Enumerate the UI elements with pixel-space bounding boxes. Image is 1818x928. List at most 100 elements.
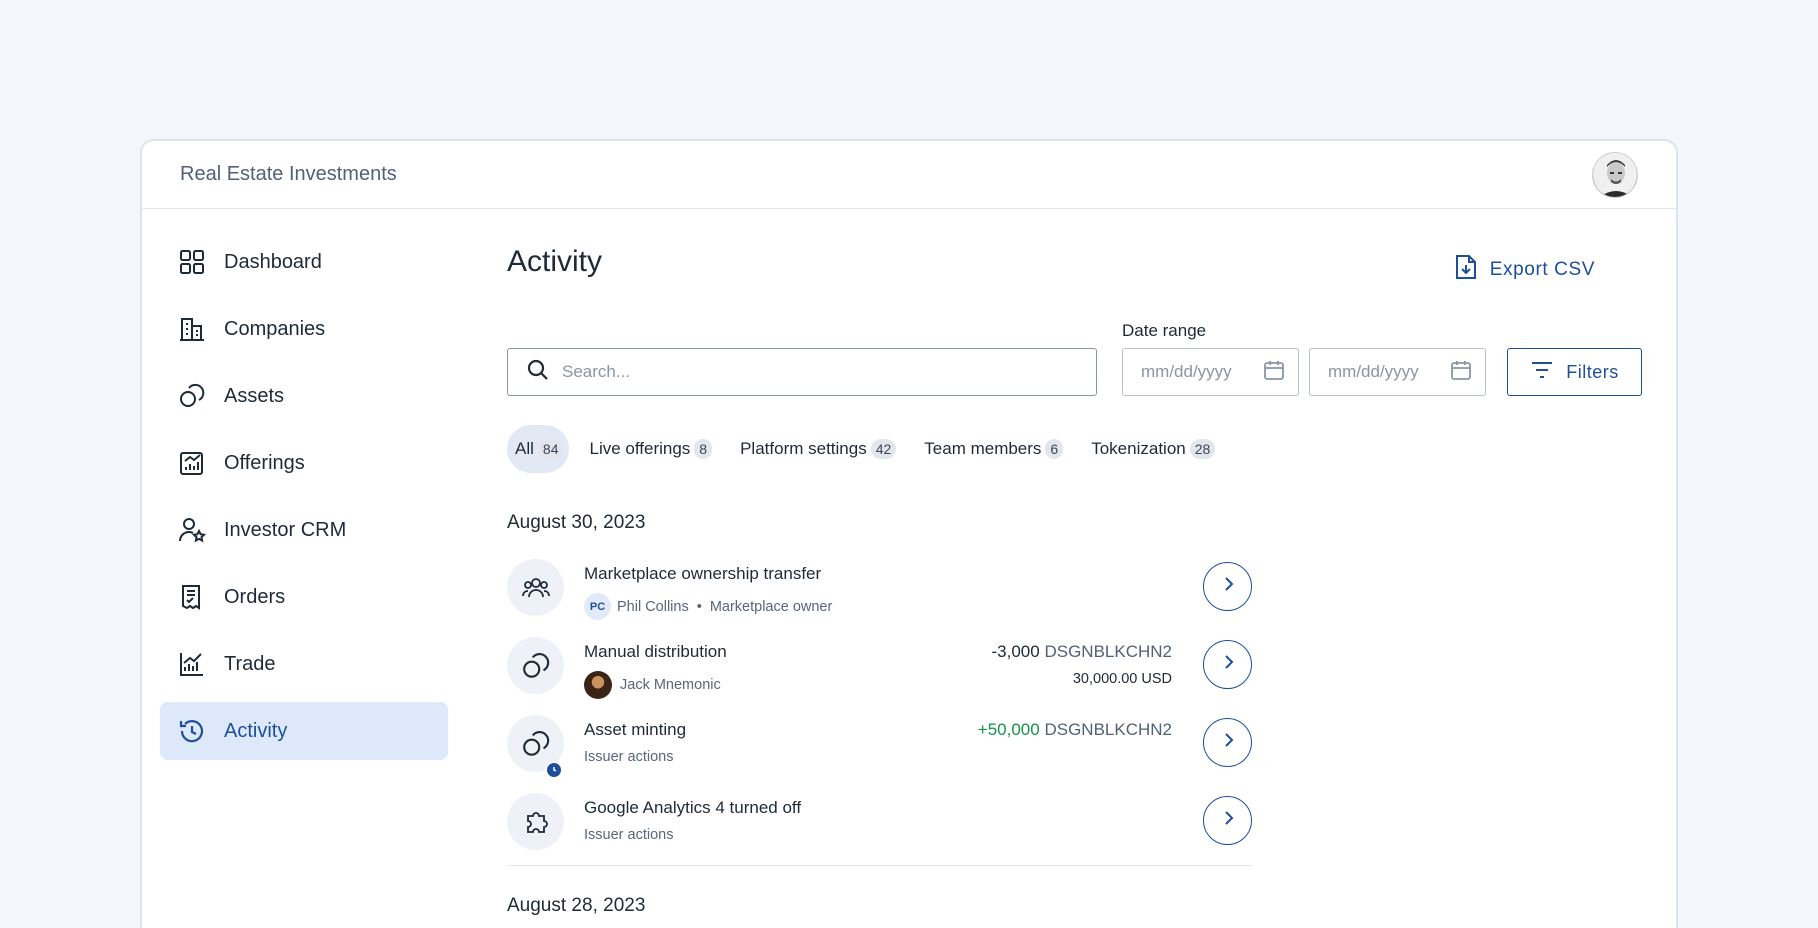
filters-label: Filters: [1566, 361, 1619, 382]
coins-icon: [178, 382, 206, 410]
sidebar: Dashboard Companies Assets Offerings Inv…: [160, 233, 448, 769]
clock-icon: [545, 761, 563, 779]
file-download-icon: [1454, 253, 1490, 287]
user-avatar: [584, 671, 612, 699]
separator-dot: •: [696, 598, 702, 615]
sidebar-item-companies[interactable]: Companies: [160, 300, 448, 358]
sidebar-item-label: Activity: [224, 719, 288, 742]
sidebar-item-label: Trade: [224, 652, 276, 675]
activity-row[interactable]: Google Analytics 4 turned off Issuer act…: [507, 785, 1252, 863]
tab-count: 6: [1045, 439, 1064, 459]
amount-value: -3,000: [991, 642, 1040, 661]
offerings-chart-icon: [178, 449, 206, 477]
activity-row[interactable]: Asset minting Issuer actions +50,000 DSG…: [507, 707, 1252, 785]
amount-token: DSGNBLKCHN2: [1044, 720, 1172, 739]
tab-tokenization[interactable]: Tokenization 28: [1083, 425, 1223, 473]
users-icon: [507, 559, 564, 616]
tab-team-members[interactable]: Team members 6: [916, 425, 1071, 473]
chevron-right-icon: [1218, 730, 1238, 755]
activity-subtitle: Issuer actions: [584, 827, 674, 843]
tab-label: Live offerings: [589, 439, 691, 458]
chevron-right-icon: [1218, 652, 1238, 677]
activity-subtitle: PC Phil Collins • Marketplace owner: [584, 593, 832, 620]
sidebar-item-offerings[interactable]: Offerings: [160, 434, 448, 492]
tab-platform-settings[interactable]: Platform settings 42: [732, 425, 904, 473]
coins-clock-icon: [507, 715, 564, 779]
amount-value: +50,000: [977, 720, 1040, 739]
search-icon: [526, 358, 550, 387]
filters-button[interactable]: Filters: [1507, 348, 1642, 396]
date-range-label: Date range: [1122, 321, 1207, 340]
tab-count: 42: [870, 439, 897, 459]
activity-amount: +50,000 DSGNBLKCHN2: [978, 720, 1172, 740]
user-name: Phil Collins: [617, 598, 689, 615]
user-initials-badge: PC: [584, 593, 611, 620]
open-details-button[interactable]: [1203, 796, 1252, 845]
open-details-button[interactable]: [1203, 562, 1252, 611]
search-input[interactable]: [562, 362, 1082, 382]
activity-list: Marketplace ownership transfer PC Phil C…: [507, 551, 1252, 866]
tab-label: Team members: [924, 439, 1042, 458]
receipt-check-icon: [178, 583, 206, 611]
tab-count: 28: [1189, 439, 1216, 459]
start-date-placeholder: mm/dd/yyyy: [1141, 362, 1232, 381]
user-star-icon: [178, 516, 206, 544]
building-icon: [178, 315, 206, 343]
sidebar-item-investor-crm[interactable]: Investor CRM: [160, 501, 448, 559]
sidebar-item-label: Investor CRM: [224, 518, 347, 541]
calendar-icon[interactable]: [1449, 358, 1473, 387]
activity-subtitle: Issuer actions: [584, 749, 674, 765]
activity-title: Manual distribution: [584, 642, 727, 661]
start-date-input[interactable]: mm/dd/yyyy: [1122, 348, 1299, 396]
activity-row[interactable]: Manual distribution Jack Mnemonic -3,000…: [507, 629, 1252, 707]
amount-usd: 30,000.00 USD: [1072, 671, 1172, 687]
sidebar-item-label: Orders: [224, 585, 286, 608]
date-group-heading: August 28, 2023: [507, 895, 646, 916]
sidebar-item-orders[interactable]: Orders: [160, 568, 448, 626]
tab-label: All: [515, 439, 534, 458]
tab-label: Platform settings: [740, 439, 867, 458]
amount-token: DSGNBLKCHN2: [1044, 642, 1172, 661]
chevron-right-icon: [1218, 808, 1238, 833]
end-date-placeholder: mm/dd/yyyy: [1328, 362, 1419, 381]
tab-live-offerings[interactable]: Live offerings 8: [581, 425, 720, 473]
activity-tabs: All 84 Live offerings 8 Platform setting…: [507, 425, 1235, 473]
activity-title: Google Analytics 4 turned off: [584, 798, 802, 817]
sidebar-item-dashboard[interactable]: Dashboard: [160, 233, 448, 291]
tab-all[interactable]: All 84: [507, 425, 570, 473]
export-csv-button[interactable]: Export CSV: [1454, 253, 1637, 287]
activity-row[interactable]: Marketplace ownership transfer PC Phil C…: [507, 551, 1252, 629]
filter-icon: [1530, 360, 1566, 385]
sidebar-item-trade[interactable]: Trade: [160, 635, 448, 693]
user-name: Jack Mnemonic: [620, 677, 721, 693]
activity-title: Asset minting: [584, 720, 687, 739]
user-avatar[interactable]: [1592, 151, 1638, 198]
search-box: [507, 348, 1097, 396]
app-window: Real Estate Investments Dashboard Compan…: [140, 139, 1678, 928]
coins-icon: [507, 637, 564, 694]
sidebar-item-label: Offerings: [224, 451, 305, 474]
open-details-button[interactable]: [1203, 640, 1252, 689]
sidebar-item-assets[interactable]: Assets: [160, 367, 448, 425]
user-role: Marketplace owner: [709, 598, 833, 615]
activity-amount: -3,000 DSGNBLKCHN2: [992, 642, 1172, 662]
sidebar-item-activity[interactable]: Activity: [160, 702, 448, 760]
top-bar: Real Estate Investments: [142, 141, 1676, 209]
dashboard-icon: [178, 248, 206, 276]
export-csv-label: Export CSV: [1489, 259, 1595, 280]
calendar-icon[interactable]: [1262, 358, 1286, 387]
activity-title: Marketplace ownership transfer: [584, 564, 822, 583]
end-date-input[interactable]: mm/dd/yyyy: [1309, 348, 1486, 396]
open-details-button[interactable]: [1203, 718, 1252, 767]
date-group-heading: August 30, 2023: [507, 512, 646, 533]
sidebar-item-label: Dashboard: [224, 250, 322, 273]
tab-label: Tokenization: [1091, 439, 1186, 458]
line-chart-icon: [178, 650, 206, 678]
tab-count: 84: [537, 439, 564, 459]
puzzle-icon: [507, 793, 564, 850]
history-icon: [178, 717, 206, 745]
sidebar-item-label: Assets: [224, 384, 285, 407]
activity-subtitle: Jack Mnemonic: [584, 671, 721, 699]
divider: [507, 865, 1252, 866]
app-title: Real Estate Investments: [180, 163, 397, 185]
